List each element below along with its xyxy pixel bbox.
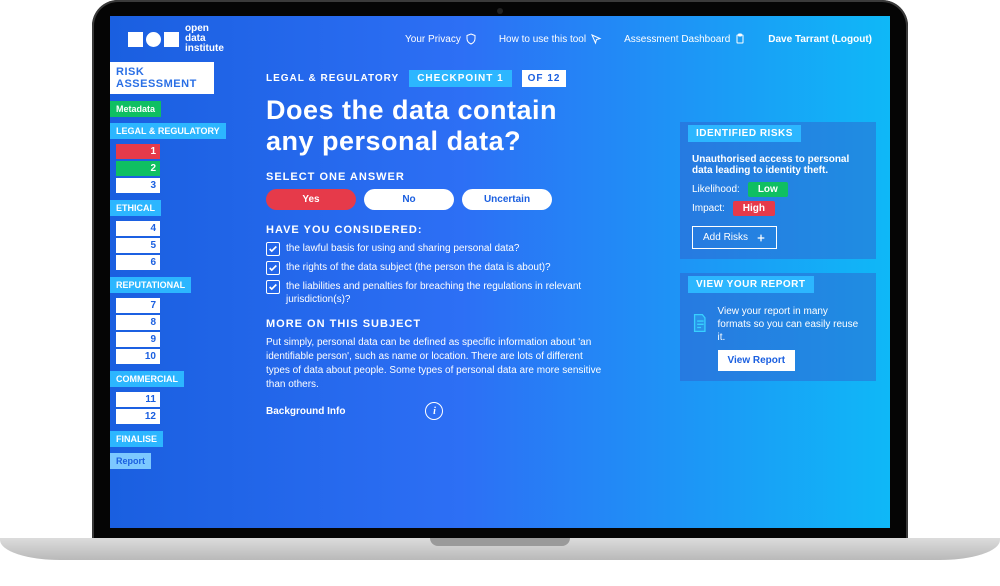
cursor-icon [590, 33, 602, 45]
logout-link[interactable]: (Logout) [831, 34, 872, 45]
app-screen: opendatainstitute Your Privacy How to us… [110, 16, 890, 528]
nav-how-to-use[interactable]: How to use this tool [499, 33, 602, 45]
main-content: LEGAL & REGULATORY CHECKPOINT 1 OF 12 Do… [230, 62, 680, 528]
background-info-link[interactable]: Background Info [266, 406, 345, 417]
brand-text: opendatainstitute [185, 24, 224, 54]
webcam [497, 8, 503, 14]
add-risks-label: Add Risks [703, 232, 748, 243]
identified-risks-panel: IDENTIFIED RISKS Unauthorised access to … [680, 122, 876, 259]
view-report-title: VIEW YOUR REPORT [688, 276, 814, 293]
sidebar-step-2[interactable]: 2 [116, 161, 160, 176]
considered-heading: HAVE YOU CONSIDERED: [266, 224, 662, 236]
consider-item-3-label: the liabilities and penalties for breach… [286, 280, 596, 306]
view-report-panel: VIEW YOUR REPORT View your report in man… [680, 273, 876, 381]
shield-icon [465, 33, 477, 45]
nav-your-privacy[interactable]: Your Privacy [405, 33, 477, 45]
sidebar-item-legal[interactable]: LEGAL & REGULATORY [110, 123, 226, 139]
checkpoint-badge: CHECKPOINT 1 [409, 70, 511, 87]
view-report-button[interactable]: View Report [718, 350, 796, 371]
more-heading: MORE ON THIS SUBJECT [266, 318, 662, 330]
odi-logo-icon [128, 32, 179, 47]
category-label: LEGAL & REGULATORY [266, 73, 399, 84]
consider-item-2-label: the rights of the data subject (the pers… [286, 261, 551, 274]
header: opendatainstitute Your Privacy How to us… [110, 16, 890, 62]
question-heading: Does the data contain any personal data? [266, 95, 606, 157]
impact-label: Impact: [692, 203, 725, 214]
consider-item-1-label: the lawful basis for using and sharing p… [286, 242, 519, 255]
sidebar-step-9[interactable]: 9 [116, 332, 160, 347]
sidebar-item-ethical[interactable]: ETHICAL [110, 200, 161, 216]
sidebar-step-8[interactable]: 8 [116, 315, 160, 330]
risk-description: Unauthorised access to personal data lea… [692, 154, 864, 176]
breadcrumb: LEGAL & REGULATORY CHECKPOINT 1 OF 12 [266, 70, 662, 87]
checkbox-icon[interactable] [266, 280, 280, 294]
sidebar-item-metadata[interactable]: Metadata [110, 101, 161, 117]
likelihood-label: Likelihood: [692, 184, 740, 195]
checkbox-icon[interactable] [266, 242, 280, 256]
sidebar-step-11[interactable]: 11 [116, 392, 160, 407]
sidebar-step-10[interactable]: 10 [116, 349, 160, 364]
clipboard-icon [734, 33, 746, 45]
user-menu[interactable]: Dave Tarrant (Logout) [768, 34, 872, 45]
laptop-notch [430, 538, 570, 546]
checkpoint-of: OF 12 [522, 70, 567, 87]
impact-value: High [733, 201, 775, 216]
report-icon [692, 305, 708, 341]
select-one-label: SELECT ONE ANSWER [266, 171, 662, 183]
likelihood-value: Low [748, 182, 788, 197]
sidebar-step-1[interactable]: 1 [116, 144, 160, 159]
sidebar-step-6[interactable]: 6 [116, 255, 160, 270]
identified-risks-title: IDENTIFIED RISKS [688, 125, 801, 142]
sidebar-step-7[interactable]: 7 [116, 298, 160, 313]
sidebar-title: RISKASSESSMENT [110, 62, 214, 94]
right-rail: IDENTIFIED RISKS Unauthorised access to … [680, 62, 890, 528]
nav-your-privacy-label: Your Privacy [405, 34, 461, 45]
sidebar-item-finalise[interactable]: FINALISE [110, 431, 163, 447]
sidebar-item-reputational[interactable]: REPUTATIONAL [110, 277, 191, 293]
sidebar-step-3[interactable]: 3 [116, 178, 160, 193]
sidebar: RISKASSESSMENT Metadata LEGAL & REGULATO… [110, 62, 230, 528]
brand[interactable]: opendatainstitute [128, 24, 224, 54]
user-name: Dave Tarrant [768, 34, 828, 45]
sidebar-step-12[interactable]: 12 [116, 409, 160, 424]
consider-item-3[interactable]: the liabilities and penalties for breach… [266, 280, 596, 306]
view-report-desc: View your report in many formats so you … [718, 305, 864, 344]
sidebar-step-5[interactable]: 5 [116, 238, 160, 253]
answer-yes[interactable]: Yes [266, 189, 356, 210]
answer-uncertain[interactable]: Uncertain [462, 189, 552, 210]
answer-no[interactable]: No [364, 189, 454, 210]
sidebar-item-commercial[interactable]: COMMERCIAL [110, 371, 184, 387]
nav-assessment-dashboard[interactable]: Assessment Dashboard [624, 33, 746, 45]
nav-how-to-use-label: How to use this tool [499, 34, 586, 45]
checkbox-icon[interactable] [266, 261, 280, 275]
answer-group: Yes No Uncertain [266, 189, 662, 210]
consider-item-1[interactable]: the lawful basis for using and sharing p… [266, 242, 596, 256]
subject-blurb: Put simply, personal data can be defined… [266, 336, 606, 392]
nav-assessment-dashboard-label: Assessment Dashboard [624, 34, 730, 45]
add-risks-button[interactable]: Add Risks [692, 226, 777, 249]
plus-icon [756, 233, 766, 243]
info-icon[interactable]: i [425, 402, 443, 420]
sidebar-item-report[interactable]: Report [110, 453, 151, 469]
consider-item-2[interactable]: the rights of the data subject (the pers… [266, 261, 596, 275]
sidebar-step-4[interactable]: 4 [116, 221, 160, 236]
